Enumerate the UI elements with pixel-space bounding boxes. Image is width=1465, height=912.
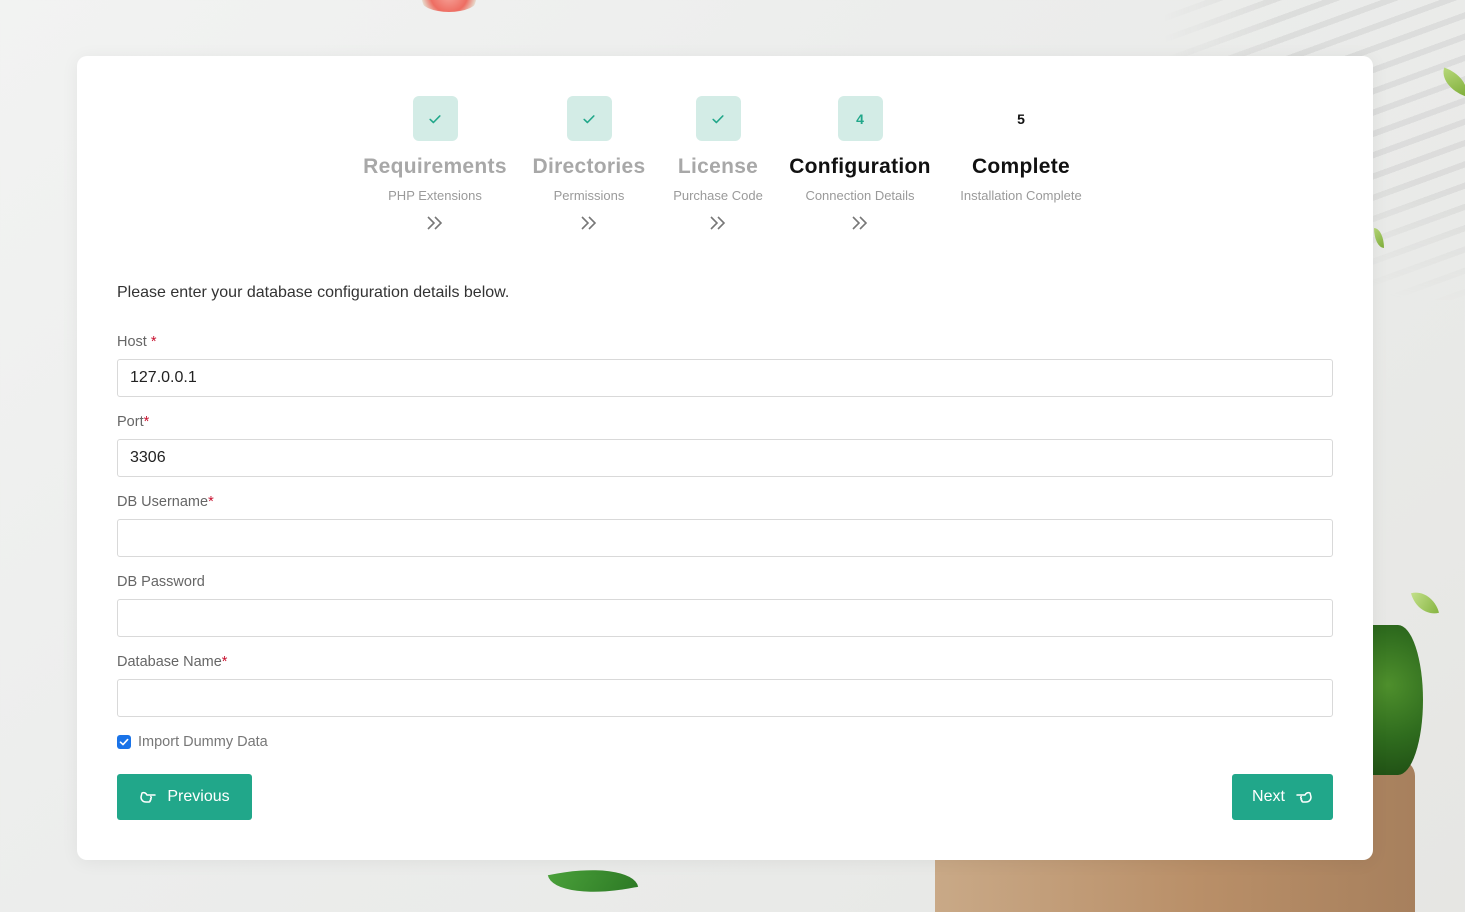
import-dummy-data-label: Import Dummy Data — [138, 734, 268, 750]
check-icon — [429, 114, 441, 123]
db-password-input[interactable] — [117, 599, 1333, 637]
host-input[interactable] — [117, 359, 1333, 397]
check-icon — [583, 114, 595, 123]
next-button[interactable]: Next — [1232, 774, 1333, 820]
step-title: License — [677, 155, 759, 178]
step-badge — [695, 96, 741, 141]
host-label: Host * — [117, 334, 157, 350]
background-greens — [1373, 625, 1423, 775]
step-title: Directories — [532, 155, 646, 178]
required-mark: * — [143, 414, 150, 430]
background-leaf — [1374, 228, 1384, 248]
database-name-input[interactable] — [117, 679, 1333, 717]
step-subtitle: Installation Complete — [960, 188, 1082, 203]
step-title: Requirements — [363, 155, 507, 178]
step-subtitle: Connection Details — [805, 188, 915, 203]
db-username-input[interactable] — [117, 519, 1333, 557]
step-complete: 5 Complete Installation Complete — [949, 96, 1093, 204]
step-requirements: Requirements PHP Extensions — [359, 96, 511, 231]
step-subtitle: Permissions — [553, 188, 625, 203]
hand-pointing-left-icon — [140, 791, 157, 803]
step-number-badge: 4 — [837, 96, 883, 141]
background-leaf — [547, 857, 639, 905]
import-dummy-data-option[interactable]: Import Dummy Data — [117, 734, 268, 750]
background-leaf — [1437, 67, 1465, 97]
next-button-label: Next — [1252, 788, 1285, 805]
double-chevron-right-icon — [664, 215, 772, 231]
step-badge — [412, 96, 458, 141]
step-directories: Directories Permissions — [523, 96, 655, 231]
step-number-badge: 5 — [1017, 110, 1025, 127]
port-input[interactable] — [117, 439, 1333, 477]
import-dummy-data-checkbox[interactable] — [117, 735, 131, 749]
form-intro-text: Please enter your database configuration… — [117, 284, 510, 301]
double-chevron-right-icon — [523, 215, 655, 231]
required-mark: * — [150, 334, 157, 350]
double-chevron-right-icon — [785, 215, 935, 231]
db-password-label: DB Password — [117, 574, 205, 590]
installer-card: Requirements PHP Extensions Directories … — [77, 56, 1373, 860]
step-subtitle: PHP Extensions — [388, 188, 482, 203]
previous-button-label: Previous — [167, 788, 230, 805]
check-icon — [712, 114, 724, 123]
previous-button[interactable]: Previous — [117, 774, 252, 820]
step-title: Complete — [971, 155, 1071, 178]
port-label: Port* — [117, 414, 150, 430]
required-mark: * — [221, 654, 228, 670]
checkmark-icon — [119, 738, 129, 746]
background-leaf — [1411, 587, 1439, 619]
step-subtitle: Purchase Code — [673, 188, 763, 203]
db-username-label: DB Username* — [117, 494, 214, 510]
background-fruit-decoration — [420, 0, 478, 12]
step-license: License Purchase Code — [664, 96, 772, 231]
double-chevron-right-icon — [359, 215, 511, 231]
installation-stepper: Requirements PHP Extensions Directories … — [77, 96, 1373, 236]
step-badge — [566, 96, 612, 141]
hand-pointing-right-icon — [1296, 791, 1312, 803]
step-configuration: 4 Configuration Connection Details — [785, 96, 935, 231]
database-name-label: Database Name* — [117, 654, 228, 670]
required-mark: * — [208, 494, 214, 510]
step-title: Configuration — [789, 155, 931, 178]
